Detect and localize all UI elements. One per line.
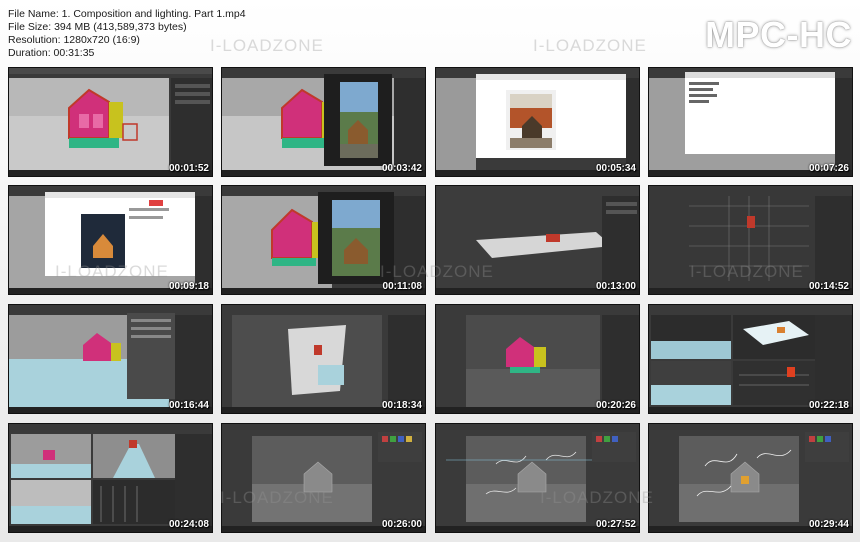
viewport-scene xyxy=(436,424,639,532)
thumbnail[interactable]: 00:26:00 xyxy=(221,423,426,533)
thumbnail[interactable]: 00:20:26 xyxy=(435,304,640,414)
viewport-scene xyxy=(222,424,425,532)
thumbnail[interactable]: 00:13:00 xyxy=(435,185,640,295)
thumbnail[interactable]: 00:27:52 xyxy=(435,423,640,533)
thumbnail[interactable]: 00:14:52 xyxy=(648,185,853,295)
timestamp-label: 00:14:52 xyxy=(808,281,849,292)
timestamp-label: 00:26:00 xyxy=(381,519,422,530)
timestamp-label: 00:22:18 xyxy=(808,400,849,411)
thumbnail[interactable]: 00:22:18 xyxy=(648,304,853,414)
timestamp-label: 00:09:18 xyxy=(168,281,209,292)
timestamp-label: 00:27:52 xyxy=(595,519,636,530)
timestamp-label: 00:20:26 xyxy=(595,400,636,411)
viewport-scene xyxy=(436,305,639,413)
thumbnail[interactable]: 00:09:18 xyxy=(8,185,213,295)
resolution-text: Resolution: 1280x720 (16:9) xyxy=(8,34,140,46)
thumbnail[interactable]: 00:29:44 xyxy=(648,423,853,533)
file-size-text: File Size: 394 MB (413,589,373 bytes) xyxy=(8,21,187,33)
viewport-scene xyxy=(9,305,212,413)
thumbnail[interactable]: 00:07:26 xyxy=(648,67,853,177)
viewport-scene xyxy=(222,186,425,294)
file-name-text: File Name: 1. Composition and lighting. … xyxy=(8,8,246,20)
thumbnail[interactable]: 00:18:34 xyxy=(221,304,426,414)
timestamp-label: 00:24:08 xyxy=(168,519,209,530)
viewport-scene xyxy=(649,424,852,532)
thumbnail[interactable]: 00:05:34 xyxy=(435,67,640,177)
viewport-scene xyxy=(649,186,852,294)
timestamp-label: 00:16:44 xyxy=(168,400,209,411)
timestamp-label: 00:03:42 xyxy=(381,163,422,174)
viewport-scene xyxy=(9,186,212,294)
file-info-block: File Name: 1. Composition and lighting. … xyxy=(8,8,246,60)
timestamp-label: 00:13:00 xyxy=(595,281,636,292)
viewport-scene xyxy=(222,68,425,176)
viewport-scene xyxy=(9,424,212,532)
viewport-scene xyxy=(9,68,212,176)
thumbnail[interactable]: 00:01:52 xyxy=(8,67,213,177)
timestamp-label: 00:29:44 xyxy=(808,519,849,530)
thumbnail[interactable]: 00:16:44 xyxy=(8,304,213,414)
thumbnail[interactable]: 00:11:08 xyxy=(221,185,426,295)
viewport-scene xyxy=(436,68,639,176)
brand-logo: MPC-HC xyxy=(705,14,852,55)
viewport-scene xyxy=(436,186,639,294)
timestamp-label: 00:05:34 xyxy=(595,163,636,174)
timestamp-label: 00:07:26 xyxy=(808,163,849,174)
timestamp-label: 00:01:52 xyxy=(168,163,209,174)
thumbnail[interactable]: 00:03:42 xyxy=(221,67,426,177)
viewport-scene xyxy=(649,305,852,413)
timestamp-label: 00:18:34 xyxy=(381,400,422,411)
viewport-scene xyxy=(222,305,425,413)
viewport-scene xyxy=(649,68,852,176)
thumbnail[interactable]: 00:24:08 xyxy=(8,423,213,533)
duration-text: Duration: 00:31:35 xyxy=(8,47,95,59)
timestamp-label: 00:11:08 xyxy=(382,281,422,292)
thumbnail-grid: 00:01:52 00:03:42 00:05:34 00:07:26 00:0… xyxy=(8,67,854,534)
